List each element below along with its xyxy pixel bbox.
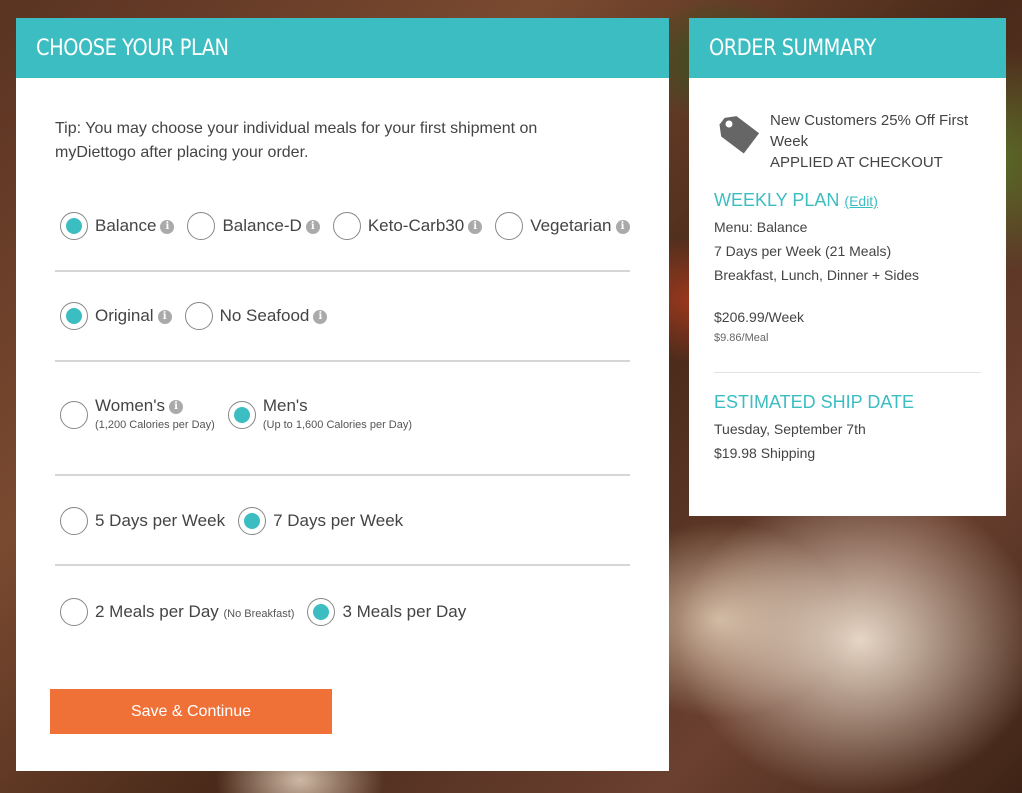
option-no-seafood[interactable]: No Seafood i — [184, 302, 328, 330]
radio-mens[interactable] — [227, 400, 256, 429]
divider — [55, 360, 630, 362]
option-label: Balance — [95, 216, 157, 235]
option-original[interactable]: Original i — [60, 302, 172, 330]
info-icon[interactable]: i — [313, 309, 328, 324]
info-icon[interactable]: i — [160, 219, 175, 234]
divider — [714, 372, 981, 373]
radio-balance[interactable] — [60, 212, 88, 240]
divider — [55, 270, 630, 272]
tip-text: Tip: You may choose your individual meal… — [55, 120, 538, 161]
divider — [55, 474, 630, 476]
option-label: 7 Days per Week — [273, 511, 404, 530]
option-balance-d[interactable]: Balance-D i — [187, 212, 320, 240]
weekly-plan-label: WEEKLY PLAN — [714, 190, 840, 210]
radio-keto-carb30[interactable] — [332, 212, 361, 240]
option-label: 2 Meals per Day — [95, 602, 219, 621]
option-label: Keto-Carb30 — [367, 216, 465, 235]
order-summary-panel: ORDER SUMMARY New Customers 25% Off Firs… — [689, 18, 1006, 516]
menu-options: Balance i Balance-D i Keto-Carb30 i Vegetar… — [60, 212, 643, 240]
promo-line: New Customers 25% Off First Week — [770, 112, 969, 150]
radio-no-seafood[interactable] — [184, 302, 213, 330]
summary-per-meal: $9.86/Meal — [714, 332, 769, 344]
summary-days: 7 Days per Week (21 Meals) — [714, 243, 892, 259]
option-2-meals[interactable]: 2 Meals per Day (No Breakfast) — [60, 598, 294, 626]
option-3-meals[interactable]: 3 Meals per Day — [307, 598, 466, 626]
promo-applied: APPLIED AT CHECKOUT — [770, 154, 943, 171]
option-note: (No Breakfast) — [223, 608, 295, 620]
plan-header-title: CHOOSE YOUR PLAN — [36, 35, 229, 61]
option-sublabel: (Up to 1,600 Calories per Day) — [262, 419, 413, 431]
option-mens[interactable]: Men's (Up to 1,600 Calories per Day) — [227, 396, 413, 431]
divider — [55, 564, 630, 566]
choose-plan-panel: CHOOSE YOUR PLAN Tip: You may choose you… — [16, 18, 669, 771]
option-label: Original — [95, 306, 154, 325]
save-continue-button[interactable]: Save & Continue — [50, 689, 332, 734]
diet-options: Original i No Seafood i — [60, 302, 340, 330]
info-icon[interactable]: i — [468, 219, 483, 234]
info-icon[interactable]: i — [157, 309, 172, 324]
edit-link[interactable]: (Edit) — [844, 193, 877, 209]
option-label: Vegetarian — [530, 216, 612, 235]
calorie-options: Women's i (1,200 Calories per Day) Men's … — [60, 396, 425, 431]
option-5-days[interactable]: 5 Days per Week — [60, 507, 225, 535]
option-sublabel: (1,200 Calories per Day) — [95, 419, 215, 431]
radio-3-meals[interactable] — [307, 598, 336, 626]
option-label: Women's — [95, 396, 166, 415]
ship-date-title: ESTIMATED SHIP DATE — [714, 392, 915, 412]
days-options: 5 Days per Week 7 Days per Week — [60, 507, 416, 535]
option-label: 5 Days per Week — [95, 511, 226, 530]
shipping-cost: $19.98 Shipping — [714, 445, 816, 461]
option-label: Balance-D — [222, 216, 302, 235]
radio-7-days[interactable] — [238, 507, 267, 535]
plan-header: CHOOSE YOUR PLAN — [16, 18, 669, 78]
meals-options: 2 Meals per Day (No Breakfast) 3 Meals p… — [60, 598, 479, 626]
radio-5-days[interactable] — [60, 507, 88, 535]
option-7-days[interactable]: 7 Days per Week — [238, 507, 403, 535]
radio-balance-d[interactable] — [187, 212, 216, 240]
radio-vegetarian[interactable] — [495, 212, 524, 240]
info-icon[interactable]: i — [169, 399, 184, 414]
ship-date: Tuesday, September 7th — [714, 421, 866, 437]
info-icon[interactable]: i — [305, 219, 320, 234]
summary-meals: Breakfast, Lunch, Dinner + Sides — [714, 267, 920, 283]
summary-price: $206.99/Week — [714, 309, 805, 325]
option-balance[interactable]: Balance i — [60, 212, 175, 240]
summary-header: ORDER SUMMARY — [689, 18, 1006, 78]
option-label: No Seafood — [219, 306, 310, 325]
option-vegetarian[interactable]: Vegetarian i — [495, 212, 630, 240]
option-label: 3 Meals per Day — [342, 602, 467, 621]
weekly-plan-title: WEEKLY PLAN (Edit) — [714, 190, 878, 211]
option-womens[interactable]: Women's i (1,200 Calories per Day) — [60, 396, 215, 431]
radio-2-meals[interactable] — [60, 598, 88, 626]
radio-original[interactable] — [60, 302, 88, 330]
summary-menu: Menu: Balance — [714, 219, 808, 235]
promo-block: New Customers 25% Off First Week APPLIED… — [717, 110, 985, 173]
summary-header-title: ORDER SUMMARY — [709, 35, 876, 61]
radio-womens[interactable] — [60, 400, 88, 429]
option-keto-carb30[interactable]: Keto-Carb30 i — [332, 212, 483, 240]
price-tag-icon — [719, 116, 760, 154]
option-label: Men's — [262, 396, 308, 415]
info-icon[interactable]: i — [615, 219, 630, 234]
